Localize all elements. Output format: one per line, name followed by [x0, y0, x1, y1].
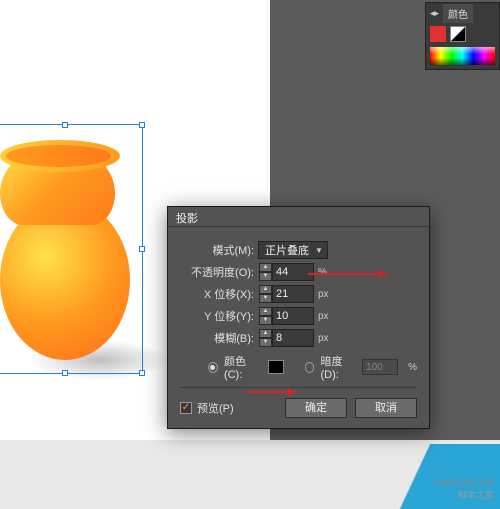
resize-handle-tm[interactable] — [62, 122, 68, 128]
xoffset-input[interactable] — [272, 285, 314, 303]
color-panel-header: ◂▸ 颜色 — [426, 3, 499, 23]
darkness-input[interactable] — [362, 359, 398, 375]
cancel-button[interactable]: 取消 — [355, 398, 417, 418]
yoffset-unit: px — [318, 311, 329, 322]
yoffset-label: Y 位移(Y): — [180, 308, 258, 324]
yoffset-spin-down[interactable]: ▼ — [259, 316, 272, 325]
preview-checkbox-wrap[interactable]: 预览(P) — [180, 400, 234, 416]
mode-select[interactable]: 正片叠底 ▼ — [258, 241, 328, 259]
resize-handle-bm[interactable] — [62, 370, 68, 376]
color-panel: ◂▸ 颜色 — [425, 2, 500, 70]
shadow-color-chip[interactable] — [268, 360, 284, 374]
darkness-radio-label: 暗度(D): — [320, 353, 356, 381]
blur-unit: px — [318, 333, 329, 344]
preview-label: 预览(P) — [197, 400, 234, 416]
watermark: www.jb51.net 脚本之家 — [435, 477, 494, 501]
stroke-swatch[interactable] — [450, 26, 466, 42]
opacity-label: 不透明度(O): — [180, 264, 258, 280]
opacity-spin-up[interactable]: ▲ — [259, 263, 272, 272]
drop-shadow-dialog: 投影 模式(M): 正片叠底 ▼ 不透明度(O): ▲ ▼ % X 位移(X):… — [167, 206, 430, 429]
xoffset-spin-up[interactable]: ▲ — [259, 285, 272, 294]
watermark-line1: www.jb51.net — [435, 477, 494, 489]
yoffset-row: Y 位移(Y): ▲ ▼ px — [180, 307, 417, 325]
chevron-down-icon: ▼ — [315, 246, 323, 255]
mode-row: 模式(M): 正片叠底 ▼ — [180, 241, 417, 259]
annotation-arrow-preview — [247, 391, 297, 393]
color-radio[interactable] — [208, 362, 218, 373]
ok-button[interactable]: 确定 — [285, 398, 347, 418]
dialog-footer: 预览(P) 确定 取消 — [180, 394, 417, 420]
blur-spin-up[interactable]: ▲ — [259, 329, 272, 338]
yoffset-input[interactable] — [272, 307, 314, 325]
xoffset-label: X 位移(X): — [180, 286, 258, 302]
panel-collapse-icon[interactable]: ◂▸ — [430, 8, 439, 19]
xoffset-unit: px — [318, 289, 329, 300]
resize-handle-mr[interactable] — [139, 246, 145, 252]
fill-swatch[interactable] — [430, 26, 446, 42]
darkness-unit: % — [408, 362, 417, 373]
dialog-title[interactable]: 投影 — [168, 207, 429, 227]
opacity-unit: % — [318, 267, 327, 278]
opacity-input[interactable] — [272, 263, 314, 281]
blur-row: 模糊(B): ▲ ▼ px — [180, 329, 417, 347]
blur-label: 模糊(B): — [180, 330, 258, 346]
color-radio-label: 颜色(C): — [224, 353, 260, 381]
xoffset-row: X 位移(X): ▲ ▼ px — [180, 285, 417, 303]
resize-handle-tr[interactable] — [139, 122, 145, 128]
dialog-divider — [180, 387, 417, 388]
yoffset-spin-up[interactable]: ▲ — [259, 307, 272, 316]
blur-input[interactable] — [272, 329, 314, 347]
selection-bounding-box[interactable] — [0, 124, 143, 374]
preview-checkbox[interactable] — [180, 402, 192, 414]
color-tab-label: 颜色 — [448, 6, 468, 21]
color-spectrum[interactable] — [430, 47, 495, 65]
color-darkness-row: 颜色(C): 暗度(D): % — [208, 353, 417, 381]
opacity-spin-down[interactable]: ▼ — [259, 272, 272, 281]
xoffset-spin-down[interactable]: ▼ — [259, 294, 272, 303]
color-swatch-row — [426, 23, 499, 45]
blur-spin-down[interactable]: ▼ — [259, 338, 272, 347]
annotation-arrow-opacity — [308, 273, 388, 275]
mode-value: 正片叠底 — [265, 242, 309, 258]
color-panel-tab[interactable]: 颜色 — [443, 4, 473, 23]
watermark-line2: 脚本之家 — [435, 489, 494, 501]
resize-handle-br[interactable] — [139, 370, 145, 376]
darkness-radio[interactable] — [305, 362, 315, 373]
mode-label: 模式(M): — [180, 242, 258, 258]
